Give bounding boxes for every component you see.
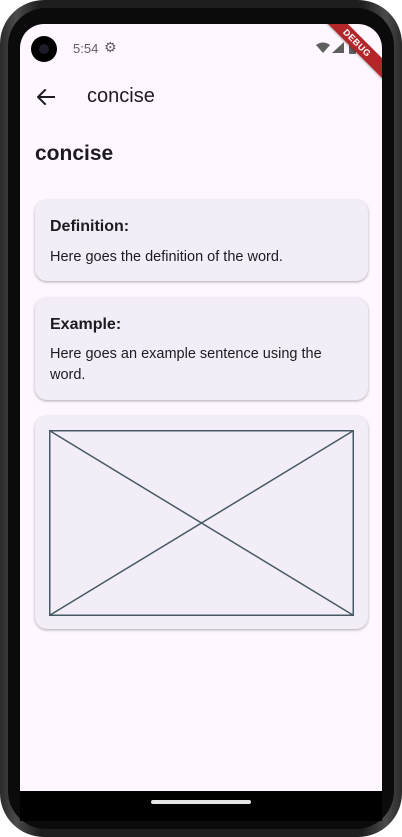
front-camera — [31, 36, 57, 62]
arrow-back-icon — [37, 89, 55, 105]
word-heading: concise — [35, 142, 114, 165]
status-time: 5:54 — [73, 41, 99, 56]
home-indicator[interactable] — [151, 800, 251, 804]
example-text: Here goes an example sentence using the … — [50, 346, 322, 383]
system-navigation-bar — [20, 791, 382, 821]
back-button[interactable] — [32, 83, 60, 111]
settings-gear-icon: ⚙ — [104, 40, 117, 56]
definition-card: Definition: Here goes the definition of … — [35, 200, 368, 281]
image-placeholder-icon — [49, 430, 354, 616]
definition-text: Here goes the definition of the word. — [50, 249, 283, 265]
wifi-icon — [316, 42, 330, 53]
app-bar-title: concise — [87, 85, 155, 107]
signal-icon — [332, 42, 344, 53]
app-bar: concise — [20, 74, 382, 120]
example-title: Example: — [50, 316, 122, 333]
app-screen: 5:54 ⚙ DEBUG concise concise Definition:… — [20, 24, 382, 791]
example-card: Example: Here goes an example sentence u… — [35, 298, 368, 400]
definition-title: Definition: — [50, 218, 130, 235]
status-bar: 5:54 ⚙ DEBUG — [20, 24, 382, 87]
image-card — [35, 416, 368, 629]
